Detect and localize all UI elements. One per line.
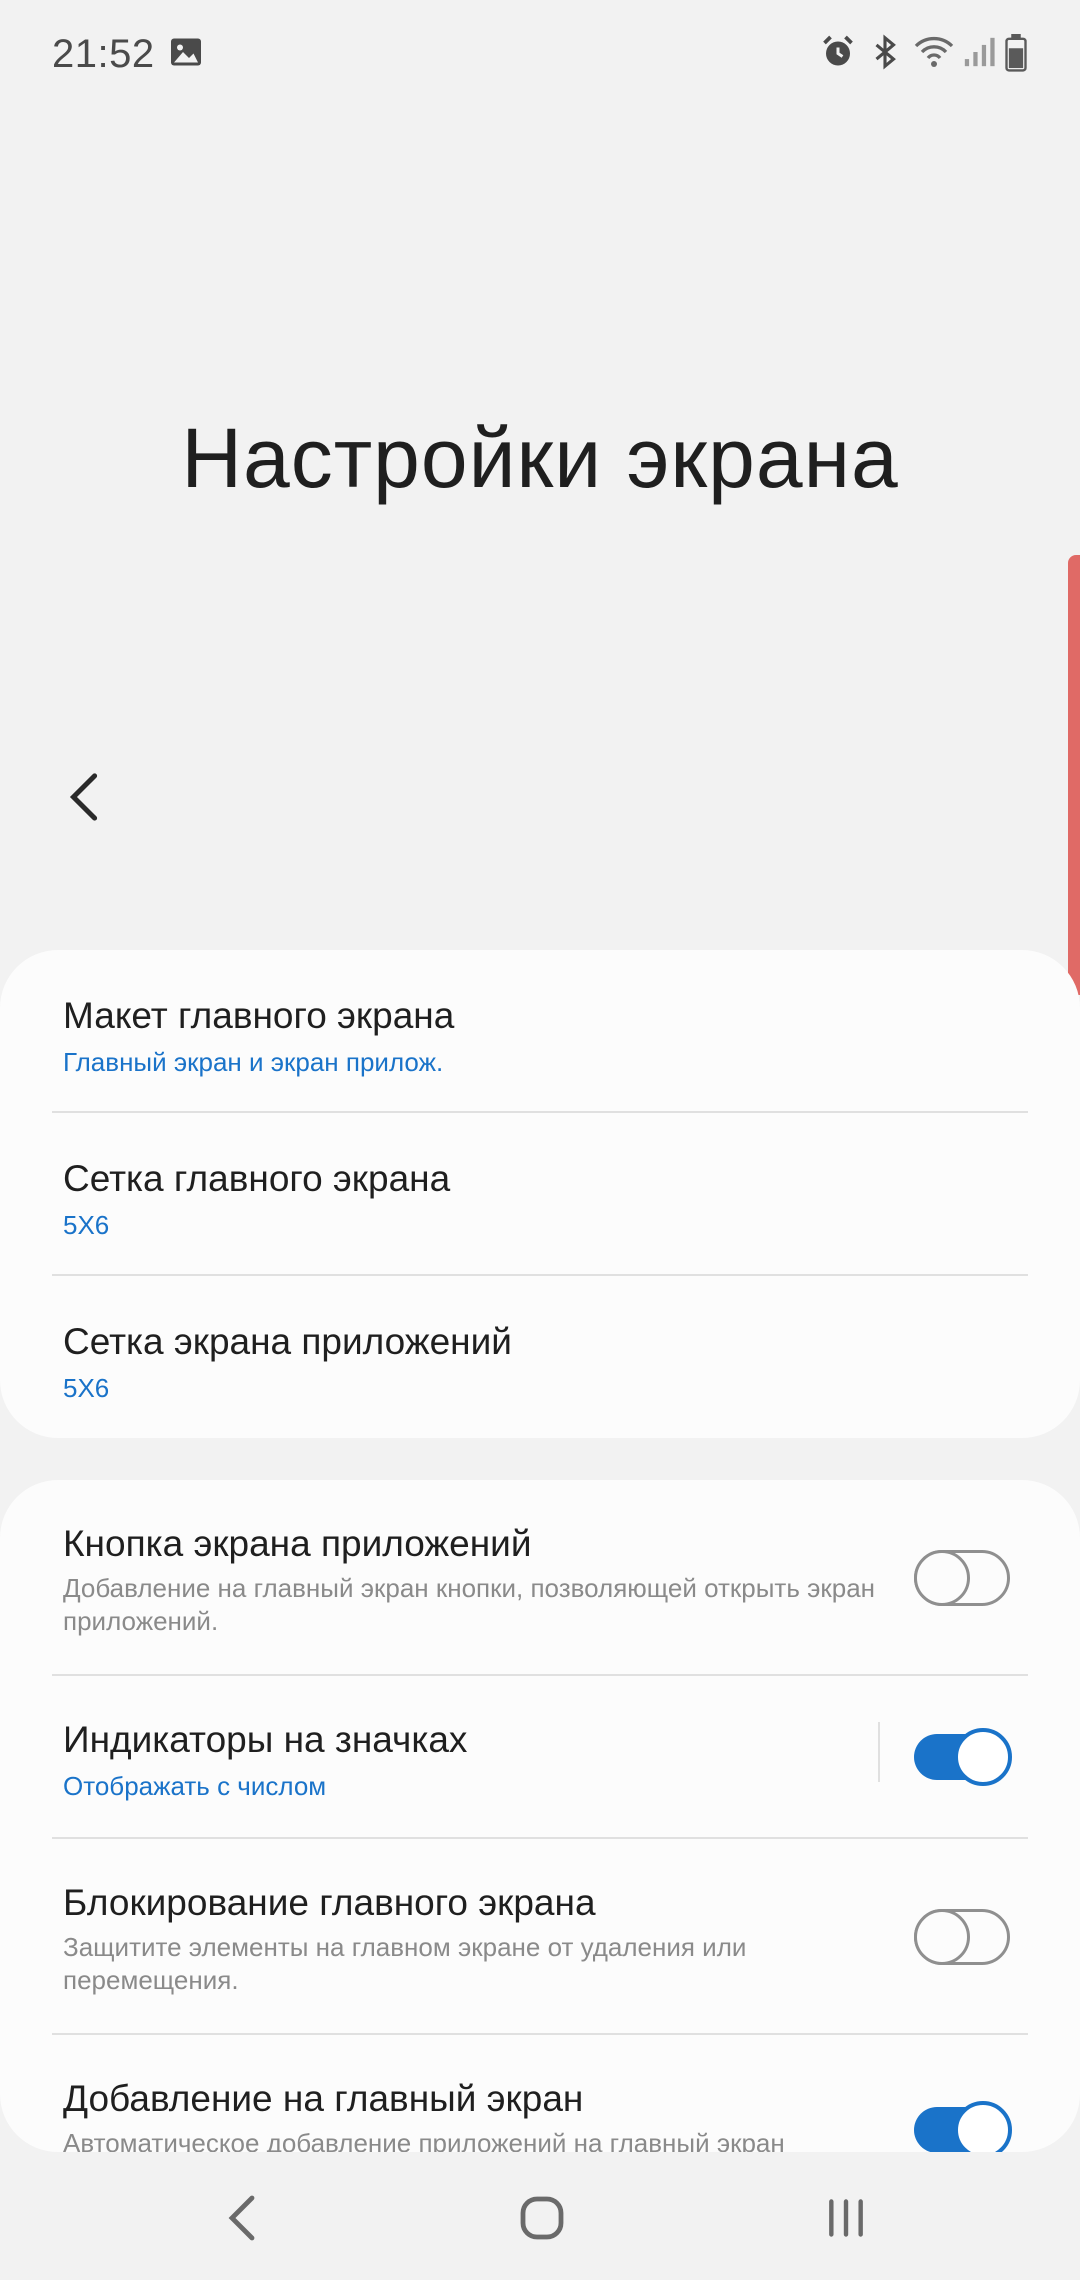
list-item-apps-grid[interactable]: Сетка экрана приложений 5X6: [0, 1276, 1080, 1438]
back-button[interactable]: [50, 762, 120, 832]
alarm-icon: [820, 34, 856, 74]
item-subtitle: 5X6: [63, 1210, 110, 1240]
toggle-knob: [914, 1909, 970, 1965]
nav-home-button[interactable]: [502, 2178, 582, 2258]
battery-icon: [1004, 34, 1028, 74]
list-item-home-grid[interactable]: Сетка главного экрана 5X6: [0, 1113, 1080, 1276]
list-item-add-to-home[interactable]: Добавление на главный экран Автоматическ…: [0, 2035, 1080, 2152]
toggle-knob: [954, 1728, 1012, 1786]
toggle-knob: [954, 2101, 1012, 2152]
scroll-indicator[interactable]: [1068, 555, 1080, 995]
nav-recents-icon: [829, 2199, 863, 2237]
icon-badges-toggle[interactable]: [914, 1728, 1012, 1786]
signal-icon: [962, 34, 996, 74]
home-screen-layout-card: Макет главного экрана Главный экран и эк…: [0, 950, 1080, 1438]
list-item-lock-layout[interactable]: Блокирование главного экрана Защитите эл…: [0, 1839, 1080, 2035]
item-subtitle: 5X6: [63, 1373, 110, 1403]
list-item-icon-badges[interactable]: Индикаторы на значках Отображать с число…: [0, 1676, 1080, 1839]
image-icon: [168, 34, 204, 74]
item-description: Защитите элементы на главном экране от у…: [63, 1932, 747, 1995]
navigation-bar: [0, 2160, 1080, 2280]
nav-back-button[interactable]: [202, 2178, 282, 2258]
apps-button-toggle[interactable]: [914, 1550, 1010, 1606]
chevron-left-icon: [69, 773, 98, 821]
bluetooth-icon: [868, 34, 902, 74]
lock-layout-toggle[interactable]: [914, 1909, 1010, 1965]
item-description: Автоматическое добавление приложений на …: [63, 2128, 785, 2152]
add-to-home-toggle[interactable]: [914, 2101, 1012, 2152]
item-subtitle: Главный экран и экран прилож.: [63, 1047, 444, 1077]
nav-home-icon: [520, 2196, 564, 2240]
item-title: Сетка экрана приложений: [63, 1321, 512, 1362]
toggle-knob: [914, 1550, 970, 1606]
vertical-separator: [878, 1722, 880, 1782]
item-description: Добавление на главный экран кнопки, позв…: [63, 1573, 876, 1636]
wifi-icon: [914, 34, 954, 74]
status-time: 21:52: [52, 32, 155, 76]
home-screen-options-card: Кнопка экрана приложений Добавление на г…: [0, 1480, 1080, 2152]
item-title: Макет главного экрана: [63, 995, 455, 1036]
item-title: Сетка главного экрана: [63, 1158, 451, 1199]
screen: 21:52 Настройки экрана Макет главного эк…: [0, 0, 1080, 2280]
list-item-home-layout[interactable]: Макет главного экрана Главный экран и эк…: [0, 950, 1080, 1113]
status-bar: 21:52: [0, 0, 1080, 110]
nav-recents-button[interactable]: [806, 2178, 886, 2258]
page-title: Настройки экрана: [181, 411, 899, 505]
nav-back-icon: [228, 2195, 255, 2241]
list-item-apps-button[interactable]: Кнопка экрана приложений Добавление на г…: [0, 1480, 1080, 1676]
